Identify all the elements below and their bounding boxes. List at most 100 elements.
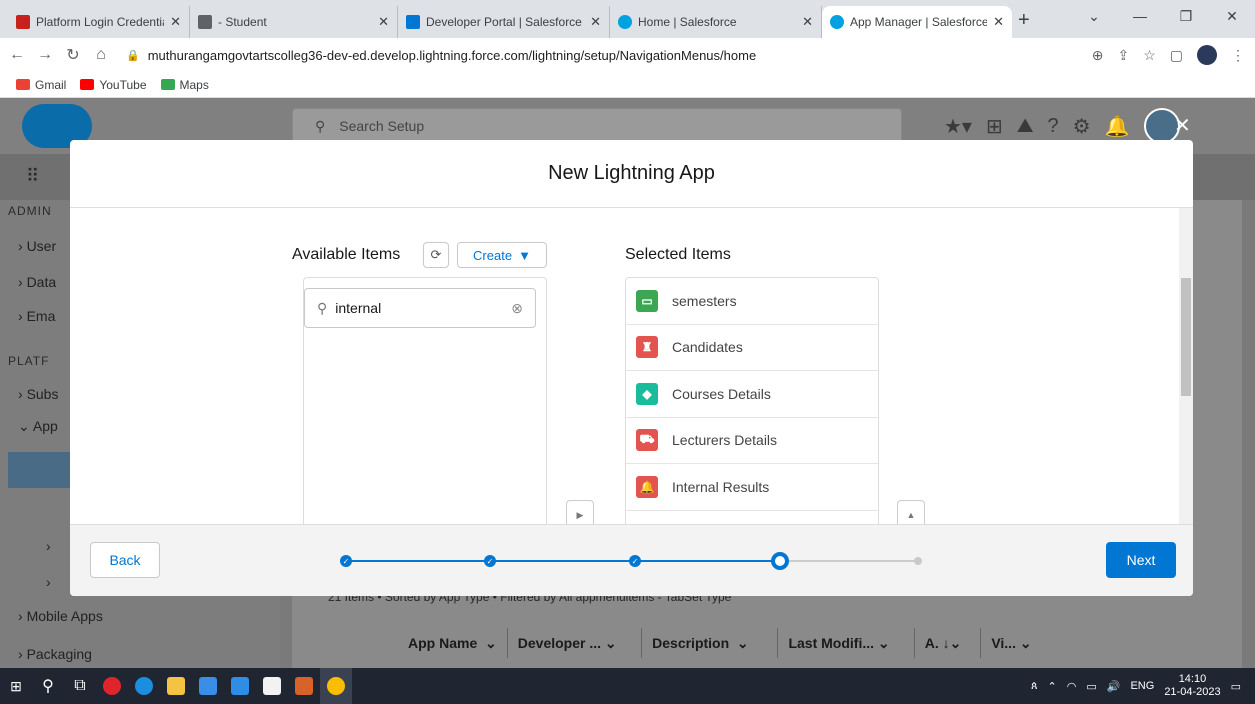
progress-step-2[interactable]: ✓ bbox=[484, 555, 496, 567]
gmail-icon bbox=[16, 79, 30, 90]
bell-icon[interactable]: 🔔 bbox=[1105, 114, 1130, 139]
profile-avatar[interactable] bbox=[1197, 45, 1217, 65]
search-button[interactable]: ⚲ bbox=[32, 668, 64, 704]
move-right-button[interactable]: ▶ bbox=[566, 500, 594, 524]
list-item[interactable]: ▭ semesters bbox=[626, 278, 878, 325]
progress-step-1[interactable]: ✓ bbox=[340, 555, 352, 567]
sidebar-chevron[interactable]: › bbox=[46, 538, 51, 554]
column-app-name[interactable]: App Name ⌄ bbox=[292, 628, 508, 658]
new-tab-button[interactable]: + bbox=[1018, 9, 1030, 32]
list-item[interactable]: ⛟ Lecturers Details bbox=[626, 418, 878, 464]
trailhead-icon[interactable]: ⛰ bbox=[1017, 115, 1034, 138]
chevron-up-icon[interactable]: ⌃ bbox=[1048, 680, 1057, 693]
create-button[interactable]: Create ▼ bbox=[457, 242, 547, 268]
sidepanel-icon[interactable]: ▢ bbox=[1170, 47, 1183, 64]
youtube-icon bbox=[80, 79, 95, 90]
reload-icon[interactable]: ↻ bbox=[62, 45, 84, 65]
refresh-button[interactable]: ⟳ bbox=[423, 242, 449, 268]
close-icon[interactable]: ✕ bbox=[170, 14, 181, 30]
help-icon[interactable]: ? bbox=[1048, 115, 1059, 138]
sidebar-item-users[interactable]: › User bbox=[18, 238, 56, 254]
tab-home-salesforce[interactable]: Home | Salesforce ✕ bbox=[610, 6, 822, 38]
sidebar-item-subscriptions[interactable]: › Subs bbox=[18, 386, 58, 402]
list-item[interactable]: ♜ Candidates bbox=[626, 325, 878, 371]
tab-student[interactable]: - Student ✕ bbox=[190, 6, 398, 38]
sidebar-item-packaging[interactable]: › Packaging bbox=[18, 646, 92, 662]
sidebar-item-email[interactable]: › Ema bbox=[18, 308, 55, 324]
volume-icon[interactable]: 🔊 bbox=[1107, 680, 1121, 693]
bookmark-maps[interactable]: Maps bbox=[160, 78, 209, 92]
move-up-button[interactable]: ▲ bbox=[897, 500, 925, 524]
restore-button[interactable]: ❐ bbox=[1163, 0, 1209, 32]
tab-app-manager[interactable]: App Manager | Salesforce ✕ bbox=[822, 6, 1012, 38]
bookmark-youtube[interactable]: YouTube bbox=[80, 78, 147, 92]
language-indicator[interactable]: ENG bbox=[1130, 680, 1154, 692]
next-button[interactable]: Next bbox=[1106, 542, 1176, 578]
star-icon[interactable]: ☆ bbox=[1143, 47, 1156, 64]
progress-step-3[interactable]: ✓ bbox=[629, 555, 641, 567]
opera-app[interactable] bbox=[96, 668, 128, 704]
store-icon bbox=[199, 677, 217, 695]
close-icon[interactable]: ✕ bbox=[378, 14, 389, 30]
close-window-button[interactable]: ✕ bbox=[1209, 0, 1255, 32]
task-view-button[interactable]: ⧉ bbox=[64, 668, 96, 704]
sidebar-item-mobile-apps[interactable]: › Mobile Apps bbox=[18, 608, 103, 624]
people-icon[interactable]: ጰ bbox=[1031, 680, 1038, 693]
edge-app[interactable] bbox=[128, 668, 160, 704]
forward-icon[interactable]: → bbox=[34, 46, 56, 64]
battery-icon[interactable]: ▭ bbox=[1086, 680, 1096, 693]
share-icon[interactable]: ⇪ bbox=[1117, 47, 1129, 64]
close-icon[interactable]: ✕ bbox=[993, 14, 1004, 30]
tab-platform-login[interactable]: Platform Login Credentials - ✕ bbox=[8, 6, 190, 38]
column-last-modified[interactable]: Last Modifi... ⌄ bbox=[778, 628, 915, 658]
add-icon[interactable]: ⊞ bbox=[986, 114, 1003, 139]
notification-icon[interactable]: ▭ bbox=[1231, 680, 1241, 693]
list-item[interactable]: 🔔 Internal Results bbox=[626, 464, 878, 511]
sidebar-item-apps[interactable]: ⌄ App bbox=[18, 418, 58, 435]
chrome-app[interactable] bbox=[320, 668, 352, 704]
network-icon[interactable]: ◠ bbox=[1067, 680, 1077, 693]
favorites-icon[interactable]: ★▾ bbox=[944, 114, 972, 139]
tab-developer-portal[interactable]: Developer Portal | Salesforce ✕ bbox=[398, 6, 610, 38]
menu-icon[interactable]: ⋮ bbox=[1231, 47, 1245, 64]
store-app[interactable] bbox=[192, 668, 224, 704]
back-icon[interactable]: ← bbox=[6, 46, 28, 64]
close-icon[interactable]: ✕ bbox=[590, 14, 601, 30]
browser-tab-bar: Platform Login Credentials - ✕ - Student… bbox=[0, 0, 1255, 38]
mail-app[interactable] bbox=[224, 668, 256, 704]
notepad-app[interactable] bbox=[256, 668, 288, 704]
progress-bar-complete bbox=[346, 560, 779, 562]
available-search-input[interactable]: ⚲ internal ⊗ bbox=[304, 288, 536, 328]
column-visible[interactable]: Vi... ⌄ bbox=[981, 628, 1042, 658]
progress-step-5[interactable] bbox=[914, 557, 922, 565]
back-button[interactable]: Back bbox=[90, 542, 160, 578]
gear-icon[interactable]: ⚙ bbox=[1073, 114, 1091, 139]
column-app-type[interactable]: A. ↓⌄ bbox=[915, 628, 982, 658]
modal-close-icon[interactable]: ✕ bbox=[1174, 113, 1191, 138]
home-icon[interactable]: ⌂ bbox=[90, 46, 112, 64]
url-field[interactable]: 🔒 muthurangamgovtartscolleg36-dev-ed.dev… bbox=[126, 48, 756, 63]
sidebar-chevron[interactable]: › bbox=[46, 574, 51, 590]
office-app[interactable] bbox=[288, 668, 320, 704]
modal-footer: Back ✓ ✓ ✓ Next bbox=[70, 524, 1193, 596]
progress-step-4-current[interactable] bbox=[771, 552, 789, 570]
start-button[interactable]: ⊞ bbox=[0, 668, 32, 704]
close-icon[interactable]: ✕ bbox=[802, 14, 813, 30]
list-item[interactable]: ◆ Courses Details bbox=[626, 371, 878, 418]
explorer-app[interactable] bbox=[160, 668, 192, 704]
clear-icon[interactable]: ⊗ bbox=[511, 300, 523, 317]
column-description[interactable]: Description ⌄ bbox=[642, 628, 779, 658]
modal-scrollbar[interactable] bbox=[1179, 208, 1193, 524]
zoom-icon[interactable]: ⊕ bbox=[1092, 47, 1104, 64]
app-launcher-icon[interactable]: ⠿ bbox=[26, 166, 39, 187]
bolt-icon bbox=[406, 15, 420, 29]
setup-search[interactable]: ⚲ Search Setup bbox=[292, 108, 902, 144]
tab-search-icon[interactable]: ⌄ bbox=[1071, 0, 1117, 32]
bookmark-gmail[interactable]: Gmail bbox=[16, 78, 66, 92]
minimize-button[interactable]: — bbox=[1117, 0, 1163, 32]
scrollbar-thumb[interactable] bbox=[1181, 278, 1191, 396]
sidebar-item-data[interactable]: › Data bbox=[18, 274, 56, 290]
gmail-icon bbox=[16, 15, 30, 29]
column-developer[interactable]: Developer ... ⌄ bbox=[508, 628, 643, 658]
clock[interactable]: 14:10 21-04-2023 bbox=[1164, 673, 1220, 699]
